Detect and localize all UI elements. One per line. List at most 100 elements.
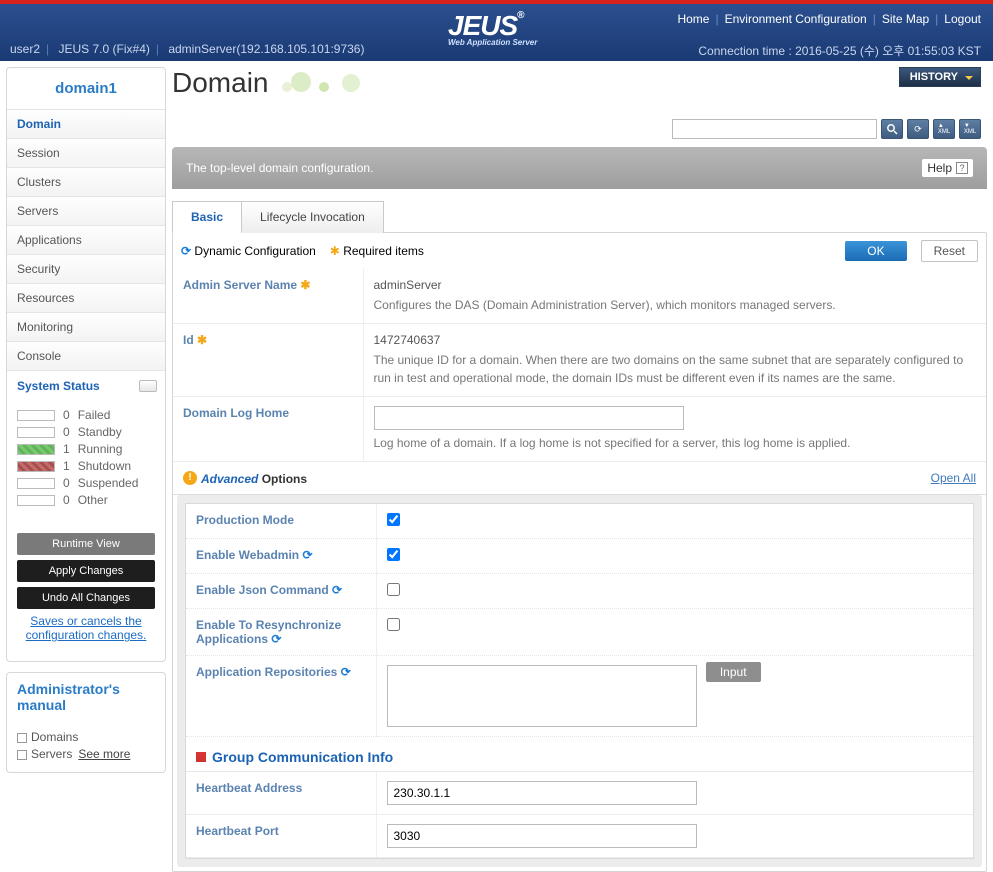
see-more-link[interactable]: See more — [78, 747, 130, 761]
input-button[interactable]: Input — [706, 662, 761, 682]
sidebar-item-servers[interactable]: Servers — [7, 196, 165, 225]
manual-servers[interactable]: ServersSee more — [17, 747, 155, 761]
dynamic-icon: ⟳ — [341, 665, 351, 679]
sidebar-item-clusters[interactable]: Clusters — [7, 167, 165, 196]
status-row: 0 Failed — [17, 408, 155, 422]
page-title: Domain — [172, 67, 268, 98]
field-label: Heartbeat Port — [186, 815, 376, 858]
app-repositories-textarea[interactable] — [387, 665, 697, 727]
link-env-config[interactable]: Environment Configuration — [725, 12, 867, 26]
field-label: Application Repositories ⟳ — [186, 656, 376, 737]
dynamic-icon: ⟳ — [332, 583, 342, 597]
tab-basic[interactable]: Basic — [172, 201, 242, 233]
connection-time: Connection time : 2016-05-25 (수) 오후 01:5… — [698, 42, 981, 59]
status-row: 0 Suspended — [17, 476, 155, 490]
dynamic-icon: ⟳ — [271, 632, 281, 646]
advanced-title: Advanced Options — [201, 470, 307, 486]
help-icon: ? — [956, 162, 968, 174]
sidebar-domain-title[interactable]: domain1 — [7, 68, 165, 109]
required-icon: ✱ — [197, 333, 207, 347]
manual-domains[interactable]: Domains — [17, 730, 155, 744]
status-row: 0 Standby — [17, 425, 155, 439]
history-button[interactable]: HISTORY — [899, 67, 981, 87]
status-count: 1 — [63, 459, 70, 473]
undo-changes-button[interactable]: Undo All Changes — [17, 587, 155, 609]
status-count: 0 — [63, 493, 70, 507]
advanced-icon: ! — [183, 471, 197, 485]
status-label: Suspended — [78, 476, 139, 490]
system-status-title: System Status — [7, 370, 165, 399]
status-swatch — [17, 444, 55, 455]
header: JEUS® Web Application Server Home| Envir… — [0, 4, 993, 61]
status-swatch — [17, 410, 55, 421]
field-value: adminServer — [374, 278, 442, 292]
ok-button[interactable]: OK — [845, 241, 906, 261]
status-label: Running — [78, 442, 123, 456]
field-label: Enable Json Command ⟳ — [186, 574, 376, 609]
sidebar-item-console[interactable]: Console — [7, 341, 165, 370]
status-label: Standby — [78, 425, 122, 439]
sidebar-item-security[interactable]: Security — [7, 254, 165, 283]
xml-export-icon[interactable]: ▲XML — [933, 119, 955, 139]
xml-import-icon[interactable]: ▼XML — [959, 119, 981, 139]
status-swatch — [17, 478, 55, 489]
group-comm-header: Group Communication Info — [186, 737, 973, 772]
field-description: The unique ID for a domain. When there a… — [374, 351, 977, 387]
field-description: Log home of a domain. If a log home is n… — [374, 434, 977, 452]
runtime-view-button[interactable]: Runtime View — [17, 533, 155, 555]
status-count: 0 — [63, 425, 70, 439]
help-button[interactable]: Help? — [922, 159, 973, 177]
sidebar-item-monitoring[interactable]: Monitoring — [7, 312, 165, 341]
refresh-icon[interactable]: ⟳ — [907, 119, 929, 139]
heartbeat-address-input[interactable] — [387, 781, 697, 805]
monitor-icon — [139, 380, 157, 392]
status-label: Failed — [78, 408, 111, 422]
enable-to-resynchronize-applications-checkbox[interactable] — [387, 618, 400, 631]
field-description: Configures the DAS (Domain Administratio… — [374, 296, 977, 314]
field-value: 1472740637 — [374, 333, 441, 347]
admin-manual-title: Administrator's manual — [7, 673, 165, 719]
field-label: Production Mode — [186, 504, 376, 539]
sidebar-item-applications[interactable]: Applications — [7, 225, 165, 254]
sidebar-item-domain[interactable]: Domain — [7, 109, 165, 138]
enable-json-command-checkbox[interactable] — [387, 583, 400, 596]
decorative-circles — [282, 72, 360, 95]
dynamic-icon: ⟳ — [302, 548, 312, 562]
enable-webadmin-checkbox[interactable] — [387, 548, 400, 561]
apply-changes-button[interactable]: Apply Changes — [17, 560, 155, 582]
status-row: 1Running — [17, 442, 155, 456]
link-sitemap[interactable]: Site Map — [882, 12, 929, 26]
link-home[interactable]: Home — [677, 12, 709, 26]
field-label: Id ✱ — [173, 324, 363, 397]
status-count: 0 — [63, 408, 70, 422]
status-row: 1Shutdown — [17, 459, 155, 473]
field-label: Enable Webadmin ⟳ — [186, 539, 376, 574]
logo: JEUS® Web Application Server — [448, 10, 537, 47]
search-icon[interactable] — [881, 119, 903, 139]
status-swatch — [17, 495, 55, 506]
link-logout[interactable]: Logout — [944, 12, 981, 26]
header-info: user2| JEUS 7.0 (Fix#4)| adminServer(192… — [10, 42, 364, 56]
domain-log-home-input[interactable] — [374, 406, 684, 430]
required-legend: ✱ Required items — [330, 244, 424, 258]
heartbeat-port-input[interactable] — [387, 824, 697, 848]
open-all-link[interactable]: Open All — [931, 471, 976, 485]
status-count: 0 — [63, 476, 70, 490]
description-banner: The top-level domain configuration. Help… — [172, 147, 987, 189]
status-label: Other — [78, 493, 108, 507]
field-label: Heartbeat Address — [186, 772, 376, 815]
sidebar-item-session[interactable]: Session — [7, 138, 165, 167]
tab-lifecycle[interactable]: Lifecycle Invocation — [241, 201, 384, 233]
search-input[interactable] — [672, 119, 877, 139]
document-icon — [17, 750, 27, 760]
required-icon: ✱ — [330, 244, 340, 258]
production-mode-checkbox[interactable] — [387, 513, 400, 526]
reset-button[interactable]: Reset — [921, 240, 978, 262]
field-label: Domain Log Home — [173, 397, 363, 462]
header-links: Home| Environment Configuration| Site Ma… — [677, 12, 981, 26]
save-cancel-link[interactable]: Saves or cancels the configuration chang… — [17, 614, 155, 643]
dynamic-config-legend: ⟳ Dynamic Configuration — [181, 244, 316, 258]
sidebar-item-resources[interactable]: Resources — [7, 283, 165, 312]
status-swatch — [17, 427, 55, 438]
field-label: Admin Server Name ✱ — [173, 269, 363, 324]
